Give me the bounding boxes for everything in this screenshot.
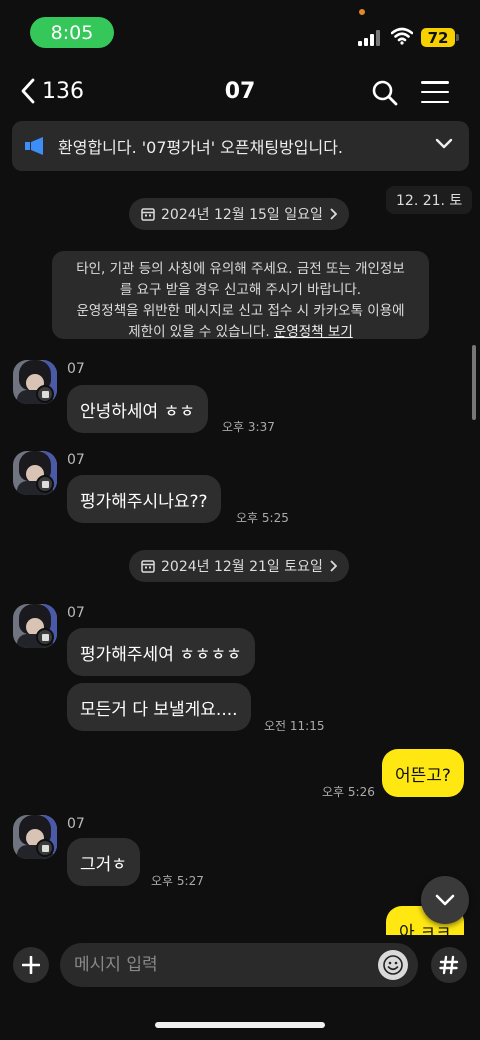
chat-header: 136 07	[0, 70, 480, 116]
message-time: 오전 11:15	[264, 719, 325, 733]
status-time: 8:05	[30, 17, 114, 48]
sender-name: 07	[67, 361, 85, 377]
my-message-bubble[interactable]: 어뜬고?	[382, 749, 464, 797]
sender-name: 07	[67, 816, 85, 832]
megaphone-icon	[25, 137, 43, 155]
privacy-indicator-dot	[359, 9, 365, 15]
wifi-icon	[391, 27, 413, 45]
profile-badge-icon	[36, 628, 54, 646]
sender-name: 07	[67, 452, 85, 468]
profile-badge-icon	[36, 385, 54, 403]
policy-link[interactable]: 운영정책 보기	[274, 324, 353, 340]
floating-date-label: 12. 21. 토	[386, 186, 473, 214]
notice-text: 환영합니다. '07평가녀' 오픈채팅방입니다.	[58, 138, 344, 157]
message-bubble[interactable]: 안녕하세여 ㅎㅎ	[67, 385, 208, 433]
date-divider-text: 2024년 12월 15일 일요일	[161, 207, 323, 223]
sender-name: 07	[67, 605, 85, 621]
warning-line: 를 요구 받을 경우 신고해 주시기 바랍니다.	[119, 282, 362, 298]
home-indicator[interactable]	[155, 1022, 325, 1028]
date-divider-text: 2024년 12월 21일 토요일	[161, 559, 323, 575]
profile-badge-icon	[36, 839, 54, 857]
chat-room-title: 07	[224, 79, 256, 104]
message-bubble[interactable]: 평가해주세여 ㅎㅎㅎㅎ	[67, 628, 255, 676]
scrollbar[interactable]	[472, 345, 476, 420]
calendar-icon	[141, 560, 155, 573]
message-input-bar	[0, 935, 480, 1040]
cellular-signal-icon	[358, 30, 382, 46]
profile-badge-icon	[36, 475, 54, 493]
hashtag-button[interactable]	[431, 947, 467, 983]
chevron-right-icon	[330, 560, 337, 572]
message-time: 오후 5:27	[151, 874, 204, 888]
message-input[interactable]	[60, 943, 418, 987]
menu-icon[interactable]	[421, 81, 449, 103]
battery-icon: 72	[421, 28, 455, 47]
search-icon[interactable]	[372, 80, 398, 106]
message-bubble[interactable]: 그거ㅎ	[67, 838, 140, 886]
chevron-down-icon[interactable]	[435, 138, 453, 150]
calendar-icon	[141, 208, 155, 221]
battery-tip	[456, 34, 459, 41]
emoticon-button[interactable]	[378, 950, 408, 980]
status-bar: 8:05 72	[0, 0, 480, 62]
warning-line: 타인, 기관 등의 사칭에 유의해 주세요. 금전 또는 개인정보	[76, 261, 405, 277]
message-time: 오후 3:37	[222, 420, 275, 434]
notice-banner[interactable]: 환영합니다. '07평가녀' 오픈채팅방입니다.	[12, 121, 469, 171]
message-bubble[interactable]: 평가해주시나요??	[67, 475, 221, 523]
message-time: 오후 5:25	[236, 511, 289, 525]
attach-button[interactable]	[13, 947, 49, 983]
scroll-to-bottom-button[interactable]	[421, 876, 469, 924]
chevron-down-icon	[435, 894, 455, 906]
date-divider-chip[interactable]: 2024년 12월 15일 일요일	[129, 198, 349, 230]
hashtag-icon	[439, 955, 459, 975]
warning-line: 운영정책을 위반한 메시지로 신고 접수 시 카카오톡 이용에	[76, 303, 405, 319]
warning-line: 제한이 있을 수 있습니다.	[128, 324, 270, 340]
message-bubble[interactable]: 모든거 다 보낼게요....	[67, 683, 251, 731]
safety-warning: 타인, 기관 등의 사칭에 유의해 주세요. 금전 또는 개인정보 를 요구 받…	[52, 251, 429, 340]
smiley-icon	[383, 955, 403, 975]
message-time: 오후 5:26	[322, 785, 375, 799]
chevron-right-icon	[330, 208, 337, 220]
plus-icon	[22, 956, 40, 974]
date-divider-chip[interactable]: 2024년 12월 21일 토요일	[129, 550, 349, 582]
